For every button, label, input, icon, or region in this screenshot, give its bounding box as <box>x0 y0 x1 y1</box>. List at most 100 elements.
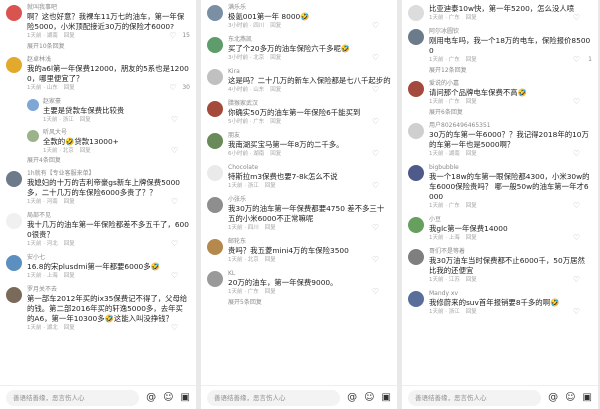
heart-icon[interactable]: ♡ <box>573 234 580 242</box>
comment-author[interactable]: 罗月关不去 <box>27 286 190 294</box>
comment-author[interactable]: 赵家豪 <box>43 98 190 106</box>
heart-icon[interactable]: ♡ <box>573 308 580 316</box>
comment-author[interactable]: 就叫我事吧 <box>27 4 190 12</box>
heart-icon[interactable]: ♡ <box>171 147 178 155</box>
heart-icon[interactable]: ♡ <box>573 56 580 64</box>
comment-input[interactable]: 善语结善缘，恶言伤人心 <box>6 389 140 406</box>
comment-author[interactable]: 邮轮东 <box>228 238 391 246</box>
comment-author[interactable]: 1h就有【专业客服来单】 <box>27 170 190 178</box>
at-icon[interactable]: @ <box>548 390 558 406</box>
heart-icon[interactable]: ♡ <box>372 22 379 30</box>
avatar[interactable] <box>6 171 22 187</box>
image-icon[interactable]: ▣ <box>583 390 592 406</box>
heart-icon[interactable]: ♡ <box>372 256 379 264</box>
heart-icon[interactable]: ♡ <box>169 32 176 40</box>
heart-icon[interactable]: ♡ <box>573 150 580 158</box>
avatar[interactable] <box>408 291 424 307</box>
comment-author[interactable]: 阿尔冰圆钦 <box>429 28 592 36</box>
comment-author[interactable]: 朋友 <box>228 132 391 140</box>
reply-button[interactable]: 回复 <box>270 118 281 126</box>
avatar[interactable] <box>207 271 223 287</box>
comment-author[interactable]: Mandy xv <box>429 290 592 298</box>
avatar[interactable] <box>207 165 223 181</box>
avatar[interactable] <box>6 255 22 271</box>
reply-button[interactable]: 回复 <box>64 324 75 332</box>
avatar[interactable] <box>6 213 22 229</box>
reply-button[interactable]: 回复 <box>265 288 276 296</box>
reply-button[interactable]: 回复 <box>466 276 477 284</box>
comment-author[interactable]: 腊猴家武汉 <box>228 100 391 108</box>
avatar[interactable] <box>408 217 424 233</box>
avatar[interactable] <box>207 197 223 213</box>
expand-replies-link[interactable]: 展开12条回复 <box>429 67 592 75</box>
emoji-icon[interactable]: ☺ <box>565 390 575 406</box>
avatar[interactable] <box>207 5 223 21</box>
comment-author[interactable]: 小张乐 <box>228 196 391 204</box>
comment-author[interactable]: 赵卓林浅 <box>27 56 190 64</box>
comment-author[interactable]: KL <box>228 270 391 278</box>
comment-author[interactable]: Kira <box>228 68 391 76</box>
expand-replies-link[interactable]: 展开4条回复 <box>27 157 190 165</box>
heart-icon[interactable]: ♡ <box>171 324 178 332</box>
expand-replies-link[interactable]: 展开10条回复 <box>27 43 190 51</box>
reply-button[interactable]: 回复 <box>64 84 75 92</box>
reply-button[interactable]: 回复 <box>466 308 477 316</box>
emoji-icon[interactable]: ☺ <box>364 390 374 406</box>
avatar[interactable] <box>27 99 39 111</box>
at-icon[interactable]: @ <box>347 390 357 406</box>
heart-icon[interactable]: ♡ <box>372 118 379 126</box>
reply-button[interactable]: 回复 <box>466 56 477 64</box>
reply-button[interactable]: 回复 <box>64 32 75 40</box>
image-icon[interactable]: ▣ <box>382 390 391 406</box>
avatar[interactable] <box>6 287 22 303</box>
reply-button[interactable]: 回复 <box>64 272 75 280</box>
reply-button[interactable]: 回复 <box>265 224 276 232</box>
reply-button[interactable]: 回复 <box>265 256 276 264</box>
expand-replies-link[interactable]: 展开6条回复 <box>429 109 592 117</box>
heart-icon[interactable]: ♡ <box>169 84 176 92</box>
heart-icon[interactable]: ♡ <box>372 182 379 190</box>
heart-icon[interactable]: ♡ <box>573 202 580 210</box>
reply-button[interactable]: 回复 <box>80 147 91 155</box>
avatar[interactable] <box>207 37 223 53</box>
image-icon[interactable]: ▣ <box>181 390 190 406</box>
reply-button[interactable]: 回复 <box>466 98 477 106</box>
comment-author[interactable]: bigbubble <box>429 164 592 172</box>
emoji-icon[interactable]: ☺ <box>163 390 173 406</box>
at-icon[interactable]: @ <box>146 390 156 406</box>
heart-icon[interactable]: ♡ <box>573 276 580 284</box>
comment-author[interactable]: 局部不见 <box>27 212 190 220</box>
comment-input[interactable]: 善语结善缘，恶言伤人心 <box>207 389 341 406</box>
heart-icon[interactable]: ♡ <box>171 272 178 280</box>
avatar[interactable] <box>207 133 223 149</box>
comment-author[interactable]: Chocolate <box>228 164 391 172</box>
reply-button[interactable]: 回复 <box>466 234 477 242</box>
heart-icon[interactable]: ♡ <box>372 288 379 296</box>
avatar[interactable] <box>408 5 424 21</box>
comment-author[interactable]: 小豆 <box>429 216 592 224</box>
reply-button[interactable]: 回复 <box>270 54 281 62</box>
reply-button[interactable]: 回复 <box>64 240 75 248</box>
avatar[interactable] <box>408 123 424 139</box>
heart-icon[interactable]: ♡ <box>372 150 379 158</box>
comment-author[interactable]: 哥们不是等着 <box>429 248 592 256</box>
heart-icon[interactable]: ♡ <box>573 98 580 106</box>
reply-button[interactable]: 回复 <box>64 198 75 206</box>
reply-button[interactable]: 回复 <box>265 182 276 190</box>
comment-author[interactable]: 听风大号 <box>43 129 190 137</box>
reply-button[interactable]: 回复 <box>466 14 477 22</box>
heart-icon[interactable]: ♡ <box>372 224 379 232</box>
comment-author[interactable]: 满乐乐 <box>228 4 391 12</box>
reply-button[interactable]: 回复 <box>466 150 477 158</box>
comment-author[interactable]: 东北燕凯 <box>228 36 391 44</box>
reply-button[interactable]: 回复 <box>270 86 281 94</box>
comment-input[interactable]: 善语结善缘，恶言伤人心 <box>408 389 542 406</box>
reply-button[interactable]: 回复 <box>466 202 477 210</box>
avatar[interactable] <box>207 101 223 117</box>
avatar[interactable] <box>207 239 223 255</box>
comment-author[interactable]: 安小七 <box>27 254 190 262</box>
reply-button[interactable]: 回复 <box>270 150 281 158</box>
heart-icon[interactable]: ♡ <box>372 54 379 62</box>
comment-author[interactable]: 用户8026496465351 <box>429 122 592 130</box>
avatar[interactable] <box>408 81 424 97</box>
